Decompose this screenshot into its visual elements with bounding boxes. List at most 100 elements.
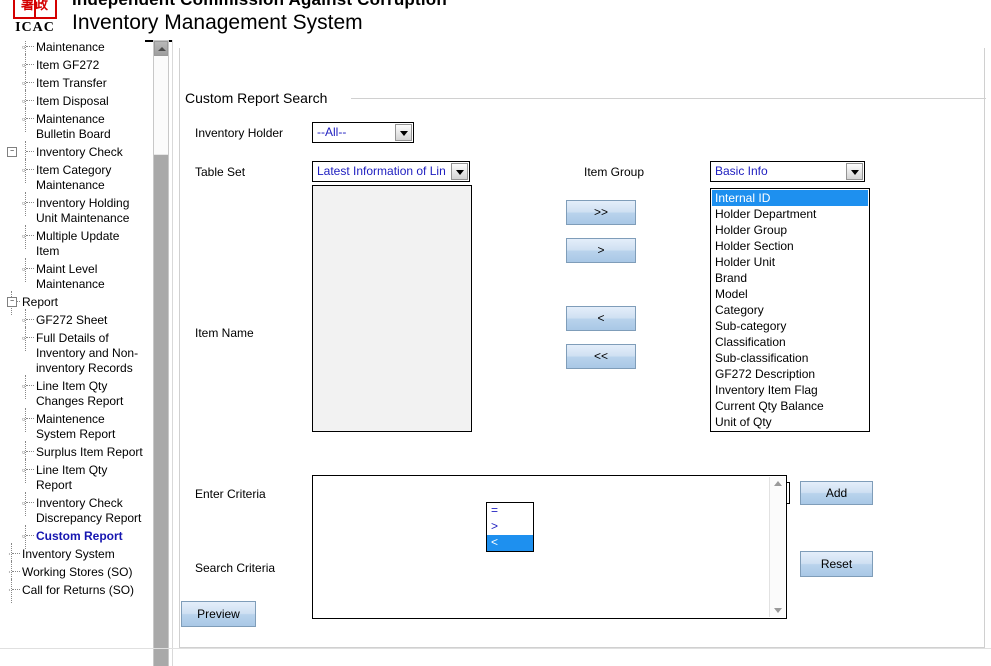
tree-bullet-icon: ▫ (22, 447, 26, 457)
scrollbar-track[interactable] (154, 56, 168, 154)
model-listbox[interactable]: Internal ID Holder Department Holder Group… (710, 188, 870, 432)
sidebar-item-custom-report[interactable]: ▫ Custom Report (0, 525, 145, 549)
textarea-scrollbar[interactable] (769, 477, 785, 617)
sidebar-navigation[interactable]: ▫ Maintenance ▫ Item GF272 ▫ Item Transfer ▫ It… (0, 40, 145, 666)
sidebar-item-label: Item Transfer (36, 76, 107, 90)
move-all-right-button[interactable]: >> (566, 200, 636, 225)
item-name-label: Item Name (195, 326, 254, 340)
tree-bullet-icon: ▫ (22, 42, 26, 52)
model-list-item[interactable]: Unit of Qty (712, 414, 868, 430)
brand-listbox[interactable] (312, 185, 472, 432)
model-list-item[interactable]: Sub-category (712, 318, 868, 334)
scrollbar-thumb[interactable] (154, 154, 168, 666)
sidebar-item-item-transfer[interactable]: ▫ Item Transfer (0, 72, 145, 96)
operator-option[interactable]: = (487, 503, 533, 519)
sidebar-item-inventory-check[interactable]: − Inventory Check (0, 141, 145, 165)
sidebar-item-gf272-sheet[interactable]: ▫ GF272 Sheet (0, 309, 145, 333)
model-list-item[interactable]: GF272 Description (712, 366, 868, 382)
footer-divider (0, 648, 991, 649)
model-list-item[interactable]: Holder Unit (712, 254, 868, 270)
icac-seal-icon: 署政 (13, 0, 57, 19)
icac-logo: 署政 ICAC (4, 0, 66, 39)
criteria-operator-options[interactable]: = > < (486, 502, 534, 552)
sidebar-item-maintenance[interactable]: ▫ Maintenance (0, 40, 145, 60)
operator-option[interactable]: < (487, 535, 533, 551)
model-list-item[interactable]: Sub-classification (712, 350, 868, 366)
sidebar-item-maintenence-system-report[interactable]: ▫ Maintenence System Report (0, 408, 145, 442)
chevron-down-icon[interactable] (846, 163, 863, 180)
sidebar-item-report[interactable]: − Report (0, 291, 145, 315)
sidebar-item-item-category-maintenance[interactable]: ▫ Item Category Maintenance (0, 159, 145, 193)
page-vertical-scrollbar[interactable] (153, 40, 169, 666)
model-list-item[interactable]: Current Qty Balance (712, 398, 868, 414)
model-list-item[interactable]: Category (712, 302, 868, 318)
sidebar-item-full-details-of-inventory-and-non-inventory-records[interactable]: ▫ Full Details of Inventory and Non-inven… (0, 327, 145, 376)
sidebar-item-line-item-qty-report[interactable]: ▫ Line Item Qty Report (0, 459, 145, 493)
sidebar-item-label: Item Disposal (36, 94, 109, 108)
chevron-up-icon (158, 47, 166, 51)
tree-bullet-icon: ▫ (22, 333, 26, 343)
model-listbox-items[interactable]: Internal ID Holder Department Holder Group… (712, 190, 868, 430)
sidebar-item-line-item-qty-changes-report[interactable]: ▫ Line Item Qty Changes Report (0, 375, 145, 409)
enter-criteria-label: Enter Criteria (195, 487, 266, 501)
sidebar-item-label: Call for Returns (SO) (22, 583, 135, 597)
inventory-holder-label: Inventory Holder (195, 126, 284, 140)
tree-bullet-icon: ▫ (22, 96, 26, 106)
sidebar-item-item-disposal[interactable]: ▫ Item Disposal (0, 90, 145, 114)
sidebar-item-label: Inventory Check (36, 145, 123, 159)
search-criteria-textarea[interactable] (312, 475, 787, 619)
tree-bullet-icon: ▫ (22, 381, 26, 391)
sidebar-item-maintenance-bulletin-board[interactable]: ▫ Maintenance Bulletin Board (0, 108, 145, 142)
operator-option[interactable]: > (487, 519, 533, 535)
tree-bullet-icon: ▫ (22, 198, 26, 208)
sidebar-item-item-gf272[interactable]: ▫ Item GF272 (0, 54, 145, 78)
model-list-item[interactable]: Internal ID (712, 190, 868, 206)
sidebar-item-working-stores-so[interactable]: ⋅ Working Stores (SO) (0, 561, 145, 585)
model-list-item[interactable]: Brand (712, 270, 868, 286)
chevron-up-icon[interactable] (774, 481, 782, 486)
brand-listbox-items[interactable] (314, 187, 470, 430)
tree-line-horizontal (26, 151, 34, 153)
seal-char-right: 政 (35, 0, 50, 13)
scroll-up-button[interactable] (154, 41, 168, 56)
sidebar-item-label: Line Item Qty Report (36, 463, 108, 492)
tree-collapse-icon[interactable]: − (7, 297, 17, 307)
page-title: Inventory Management System (72, 11, 363, 34)
sidebar-item-call-for-returns-so[interactable]: ⋅ Call for Returns (SO) (0, 579, 145, 603)
sidebar-item-multiple-update-item[interactable]: ▫ Multiple Update Item (0, 225, 145, 259)
sidebar-item-inventory-holding-unit-maintenance[interactable]: ▫ Inventory Holding Unit Maintenance (0, 192, 145, 226)
sidebar-item-maint-level-maintenance[interactable]: ▫ Maint Level Maintenance (0, 258, 145, 292)
move-left-button[interactable]: < (566, 306, 636, 331)
sidebar-item-label: Multiple Update Item (36, 229, 120, 258)
item-group-select[interactable]: Basic Info (710, 161, 865, 182)
model-list-item[interactable]: Holder Group (712, 222, 868, 238)
tree-collapse-icon[interactable]: − (7, 147, 17, 157)
sidebar-item-inventory-check-discrepancy-report[interactable]: ▫ Inventory Check Discrepancy Report (0, 492, 145, 526)
move-all-left-button[interactable]: << (566, 344, 636, 369)
reset-button[interactable]: Reset (800, 551, 873, 577)
model-list-item[interactable]: Holder Section (712, 238, 868, 254)
sidebar-item-inventory-system[interactable]: ⋅ Inventory System (0, 543, 145, 567)
app-header: 署政 ICAC Independent Commission Against C… (0, 0, 991, 42)
inventory-holder-select[interactable]: --All-- (312, 122, 414, 143)
tree-bullet-icon: ▫ (22, 414, 26, 424)
chevron-down-icon[interactable] (774, 608, 782, 613)
model-list-item[interactable]: Classification (712, 334, 868, 350)
legend-rule (351, 98, 986, 99)
tree-bullet-icon: ▫ (22, 531, 26, 541)
preview-button[interactable]: Preview (181, 601, 256, 627)
model-list-item[interactable]: Inventory Item Flag (712, 382, 868, 398)
chevron-down-icon[interactable] (395, 124, 412, 141)
sidebar-item-label: Report (22, 295, 59, 309)
table-set-select[interactable]: Latest Information of Lin (312, 161, 470, 182)
seal-divider (34, 0, 36, 17)
move-right-button[interactable]: > (566, 238, 636, 263)
chevron-down-icon[interactable] (451, 163, 468, 180)
add-criteria-button[interactable]: Add (800, 481, 873, 505)
sidebar-item-label: Item GF272 (36, 58, 100, 72)
sidebar-item-surplus-item-report[interactable]: ▫ Surplus Item Report (0, 441, 145, 465)
sidebar-item-label: Full Details of Inventory and Non-invent… (36, 331, 139, 375)
sidebar-item-label: Inventory System (22, 547, 115, 561)
model-list-item[interactable]: Model (712, 286, 868, 302)
model-list-item[interactable]: Holder Department (712, 206, 868, 222)
